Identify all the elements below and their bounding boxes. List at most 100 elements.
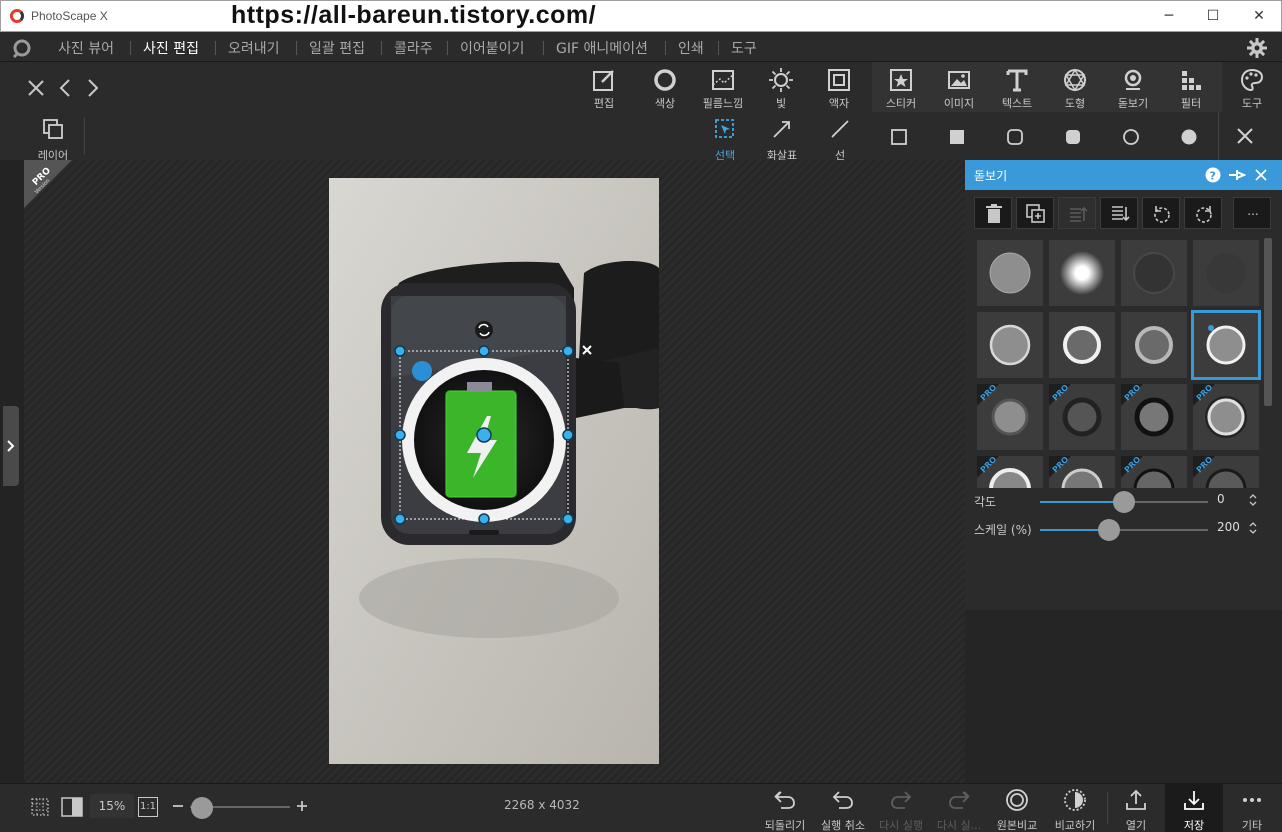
magnifier-style-tile-selected[interactable] [1191,310,1261,380]
rounded-rect-filled-icon[interactable] [1064,128,1082,146]
send-backward-icon [1112,206,1130,222]
redo-label: 다시 실행 [879,819,923,832]
magnifier-style-tile[interactable] [1049,312,1115,378]
magnifier-style-tile-pro[interactable]: PRO [977,455,1043,488]
light-icon [769,68,793,92]
layer-button[interactable]: 레이어 [28,117,78,162]
angle-spinner-icon[interactable] [1248,493,1258,507]
more-options-button[interactable]: 기타 [1223,788,1281,832]
zoom-value[interactable]: 15% [90,794,134,818]
tool-magnifier[interactable]: 돋보기 [1105,67,1161,111]
redo-button[interactable]: 다시 실행 [872,788,930,832]
minimize-icon[interactable]: ─ [1154,6,1184,26]
menu-photo-editor[interactable]: 사진 편집 [143,38,199,58]
rotate-left-button[interactable] [1142,197,1180,229]
circle-outline-icon[interactable] [1122,128,1140,146]
tool-film[interactable]: 필름느낌 [695,67,751,111]
zoom-in-icon[interactable] [296,800,308,812]
tool-edit[interactable]: 편집 [576,67,632,111]
pin-icon[interactable] [1228,167,1246,183]
tool-tools[interactable]: 도구 [1224,67,1280,111]
tool-light[interactable]: 빛 [753,67,809,111]
menu-cut-out[interactable]: 오려내기 [228,38,280,58]
next-photo-icon[interactable] [86,78,100,98]
rectangle-filled-icon[interactable] [948,128,966,146]
magnifier-style-tile-pro[interactable]: PRO [1121,383,1187,450]
magnifier-style-tile[interactable] [1049,240,1115,306]
tool-frame[interactable]: 액자 [811,67,867,111]
tool-text[interactable]: 텍스트 [989,67,1045,111]
more-button[interactable]: ... [1233,197,1271,229]
undo-button[interactable]: 실행 취소 [814,788,872,832]
scale-label: 스케일 (%) [974,523,1032,537]
open-button[interactable]: 열기 [1107,788,1165,832]
close-icon[interactable]: ✕ [1244,6,1274,26]
tool-color[interactable]: 색상 [637,67,693,111]
magnifier-style-tile[interactable] [977,240,1043,306]
help-icon[interactable]: ? [1205,167,1221,183]
home-logo-icon[interactable] [12,38,32,58]
magnifier-style-tile-pro[interactable]: PRO [977,383,1043,450]
menu-combine[interactable]: 이어붙이기 [460,38,524,58]
actual-size-button[interactable]: 1:1 [138,797,158,817]
zoom-slider-knob[interactable] [191,797,213,819]
settings-gear-icon[interactable] [1246,37,1268,59]
previous-photo-icon[interactable] [58,78,72,98]
film-icon [712,70,734,90]
close-photo-icon[interactable] [26,78,46,98]
delete-button[interactable] [974,197,1012,229]
tool-shape[interactable]: 도형 [1047,67,1103,111]
menu-batch[interactable]: 일괄 편집 [309,38,365,58]
magnifier-style-tile-pro[interactable]: PRO [1049,383,1115,450]
rounded-rect-outline-icon[interactable] [1006,128,1024,146]
tool-edit-label: 편집 [593,97,615,110]
magnifier-style-tile[interactable] [1121,240,1187,306]
duplicate-button[interactable] [1016,197,1054,229]
bring-front-button[interactable] [1058,197,1096,229]
send-back-button[interactable] [1100,197,1138,229]
menu-collage[interactable]: 콜라주 [394,38,433,58]
revert-button[interactable]: 되돌리기 [756,788,814,832]
rectangle-outline-icon[interactable] [890,128,908,146]
magnifier-style-tile-pro[interactable]: PRO [1193,383,1259,450]
redo-all-button[interactable]: 다시 실... [930,788,988,832]
menu-photo-viewer[interactable]: 사진 뷰어 [58,38,114,58]
circle-filled-icon[interactable] [1180,128,1198,146]
rotate-right-button[interactable] [1184,197,1222,229]
original-compare-button[interactable]: 원본비교 [988,788,1046,832]
rotate-right-icon [1196,206,1212,223]
magnifier-style-tile[interactable] [1121,312,1187,378]
magnifier-style-tile-pro[interactable]: PRO [1193,455,1259,488]
tool-text-label: 텍스트 [1001,97,1033,110]
tool-color-label: 색상 [654,97,676,110]
scale-slider-knob[interactable] [1098,519,1120,541]
magnifier-style-tile[interactable] [977,312,1043,378]
magnifier-style-tile[interactable] [1193,240,1259,306]
select-tool[interactable]: 선택 [700,117,750,162]
scale-spinner-icon[interactable] [1248,521,1258,535]
arrow-tool[interactable]: 화살표 [757,117,807,162]
close-tool-icon[interactable] [1235,126,1255,146]
left-panel-toggle[interactable] [3,406,19,486]
menu-print[interactable]: 인쇄 [678,38,704,58]
redo-all-icon [949,791,970,809]
background-toggle-icon[interactable] [61,797,83,817]
tool-filter[interactable]: 필터 [1163,67,1219,111]
zoom-out-icon[interactable] [172,800,184,812]
maximize-icon[interactable]: ☐ [1198,6,1228,26]
angle-slider-knob[interactable] [1113,491,1135,513]
panel-close-icon[interactable] [1254,168,1268,182]
save-button[interactable]: 저장 [1165,784,1223,832]
tool-image[interactable]: 이미지 [931,67,987,111]
magnifier-style-tile-pro[interactable]: PRO [1049,455,1115,488]
menu-tools[interactable]: 도구 [731,38,757,58]
main-toolbar: 편집 색상 필름느낌 빛 액자 스티커 이미지 텍스트 도형 돋보기 필터 도구 [0,62,1282,112]
tool-sticker[interactable]: 스티커 [873,67,929,111]
menu-gif[interactable]: GIF 애니메이션 [556,38,648,58]
magnifier-style-tile-pro[interactable]: PRO [1121,455,1187,488]
photo-image[interactable] [329,178,659,764]
tiles-scrollbar[interactable] [1264,238,1272,406]
grid-toggle-icon[interactable] [30,797,50,817]
line-tool[interactable]: 선 [815,117,865,162]
compare-button[interactable]: 비교하기 [1046,788,1104,832]
